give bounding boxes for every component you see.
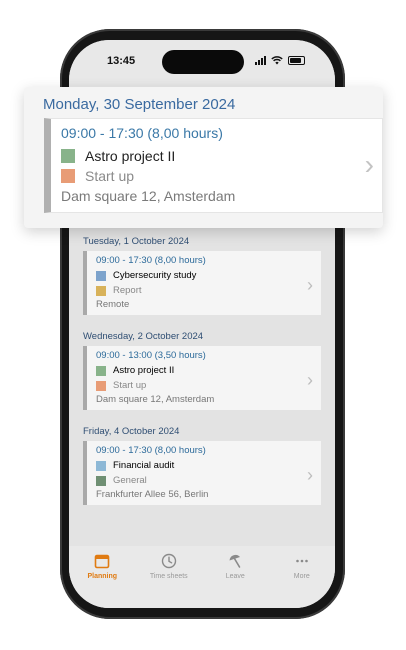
task-color-swatch — [96, 380, 106, 391]
task-row: Start up — [61, 166, 372, 186]
day-section: Wednesday, 2 October 2024 09:00 - 13:00 … — [69, 331, 335, 410]
task-name: Start up — [85, 168, 135, 184]
project-color-swatch — [96, 270, 106, 281]
tab-time-sheets[interactable]: Time sheets — [139, 552, 199, 608]
day-section: Friday, 4 October 2024 09:00 - 17:30 (8,… — [69, 426, 335, 505]
tab-label: More — [293, 573, 310, 580]
task-color-swatch — [96, 475, 106, 486]
tab-label: Leave — [225, 573, 245, 580]
tab-bar: Planning Time sheets Leave More — [69, 546, 335, 608]
task-row: General — [96, 473, 313, 488]
planning-card[interactable]: 09:00 - 13:00 (3,50 hours) Astro project… — [83, 346, 321, 410]
tab-planning[interactable]: Planning — [72, 552, 132, 608]
project-row: Astro project II — [61, 146, 372, 166]
clock-icon — [160, 552, 178, 570]
time-range: 09:00 - 17:30 (8,00 hours) — [96, 255, 206, 266]
location: Frankfurter Allee 56, Berlin — [96, 489, 209, 500]
project-name: Astro project II — [85, 148, 176, 164]
chevron-right-icon: › — [307, 370, 313, 390]
day-title: Wednesday, 2 October 2024 — [83, 331, 204, 342]
project-color-swatch — [96, 460, 106, 471]
status-time: 13:45 — [107, 55, 136, 67]
project-color-swatch — [96, 365, 106, 376]
task-name: Report — [113, 285, 142, 296]
chevron-right-icon: › — [307, 465, 313, 485]
more-dots-icon — [293, 552, 311, 570]
chevron-right-icon: › — [307, 275, 313, 295]
project-name: Astro project II — [113, 365, 175, 376]
status-icons — [255, 56, 305, 65]
task-color-swatch — [61, 169, 75, 183]
day-section: Tuesday, 1 October 2024 09:00 - 17:30 (8… — [69, 236, 335, 315]
planning-card[interactable]: 09:00 - 17:30 (8,00 hours) Astro project… — [44, 118, 383, 213]
status-bar: 13:45 — [69, 40, 335, 90]
planning-card[interactable]: 09:00 - 17:30 (8,00 hours) Financial aud… — [83, 441, 321, 505]
task-row: Start up — [96, 378, 313, 393]
task-name: Start up — [113, 380, 147, 391]
day-title: Monday, 30 September 2024 — [43, 96, 236, 113]
tab-leave[interactable]: Leave — [205, 552, 265, 608]
tab-label: Time sheets — [149, 573, 188, 580]
project-color-swatch — [61, 149, 75, 163]
project-name: Financial audit — [113, 460, 175, 471]
time-range: 09:00 - 17:30 (8,00 hours) — [96, 445, 206, 456]
location: Remote — [96, 299, 130, 310]
planning-list: Tuesday, 1 October 2024 09:00 - 17:30 (8… — [69, 236, 335, 517]
project-row: Cybersecurity study — [96, 268, 313, 283]
tab-label: Planning — [87, 573, 118, 580]
signal-icon — [255, 56, 266, 65]
location: Dam square 12, Amsterdam — [61, 188, 236, 204]
battery-icon — [288, 56, 305, 65]
task-color-swatch — [96, 285, 106, 296]
wifi-icon — [271, 56, 283, 65]
project-row: Astro project II — [96, 363, 313, 378]
day-title: Friday, 4 October 2024 — [83, 426, 180, 437]
project-row: Financial audit — [96, 458, 313, 473]
beach-umbrella-icon — [226, 552, 244, 570]
planning-card[interactable]: 09:00 - 17:30 (8,00 hours) Cybersecurity… — [83, 251, 321, 315]
task-row: Report — [96, 283, 313, 298]
dynamic-island — [162, 50, 244, 74]
time-range: 09:00 - 17:30 (8,00 hours) — [61, 125, 223, 141]
time-range: 09:00 - 13:00 (3,50 hours) — [96, 350, 206, 361]
day-title: Tuesday, 1 October 2024 — [83, 236, 190, 247]
task-name: General — [113, 475, 147, 486]
project-name: Cybersecurity study — [113, 270, 197, 281]
highlighted-day-card: Monday, 30 September 2024 09:00 - 17:30 … — [24, 87, 383, 228]
calendar-icon — [93, 552, 111, 570]
chevron-right-icon: › — [364, 149, 374, 180]
tab-more[interactable]: More — [272, 552, 332, 608]
location: Dam square 12, Amsterdam — [96, 394, 215, 405]
